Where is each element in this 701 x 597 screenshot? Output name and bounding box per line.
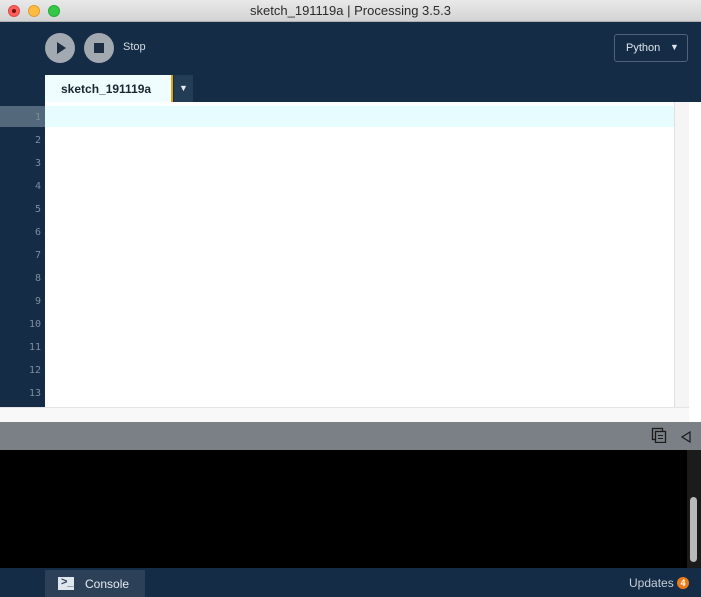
line-number-gutter: 1 2 3 4 5 6 7 8 9 10 11 12 13 [0, 102, 45, 407]
chevron-down-icon: ▼ [670, 42, 679, 52]
code-editor[interactable]: 1 2 3 4 5 6 7 8 9 10 11 12 13 [0, 102, 701, 422]
console-tab-label: Console [85, 577, 130, 591]
line-number: 1 [34, 112, 41, 123]
updates-link[interactable]: Updates [629, 576, 674, 590]
toolbar: Stop Python ▼ [0, 22, 701, 74]
console-output[interactable] [0, 450, 701, 568]
line-number: 9 [34, 296, 41, 307]
line-number: 7 [34, 250, 41, 261]
console-scroll-thumb[interactable] [690, 497, 697, 562]
editor-vertical-scrollbar[interactable] [674, 102, 689, 407]
line-number: 6 [34, 227, 41, 238]
line-number: 13 [28, 388, 41, 399]
title-bar: sketch_191119a | Processing 3.5.3 [0, 0, 701, 22]
console-splitter[interactable] [0, 422, 701, 450]
tab-label: sketch_191119a [61, 82, 152, 96]
editor-horizontal-scrollbar[interactable] [0, 407, 689, 422]
mode-label: Python [626, 42, 661, 54]
line-number: 3 [34, 158, 41, 169]
console-tab[interactable]: >_ Console [45, 570, 145, 597]
stop-icon [94, 43, 104, 53]
line-number: 2 [34, 135, 41, 146]
line-number: 4 [34, 181, 41, 192]
line-number: 11 [28, 342, 41, 353]
copy-icon[interactable] [651, 427, 667, 443]
stop-button[interactable] [84, 33, 114, 63]
tab-menu-button[interactable]: ▼ [174, 75, 193, 102]
console-scrollbar[interactable] [687, 450, 701, 568]
mode-selector[interactable]: Python ▼ [614, 34, 688, 62]
line-number: 8 [34, 273, 41, 284]
line-number: 5 [34, 204, 41, 215]
updates-badge[interactable]: 4 [677, 577, 689, 589]
collapse-arrow-icon[interactable] [681, 431, 691, 443]
tab-bar: sketch_191119a ▼ [0, 74, 701, 102]
tab-sketch[interactable]: sketch_191119a [45, 75, 173, 102]
footer-bar: >_ Console Updates 4 [0, 568, 701, 597]
run-button[interactable] [45, 33, 75, 63]
stop-label: Stop [123, 41, 146, 53]
terminal-icon: >_ [58, 576, 74, 590]
line-number: 12 [28, 365, 41, 376]
window-title: sketch_191119a | Processing 3.5.3 [250, 3, 451, 18]
current-line-highlight [45, 106, 674, 127]
play-icon [57, 42, 66, 54]
line-number: 10 [28, 319, 41, 330]
